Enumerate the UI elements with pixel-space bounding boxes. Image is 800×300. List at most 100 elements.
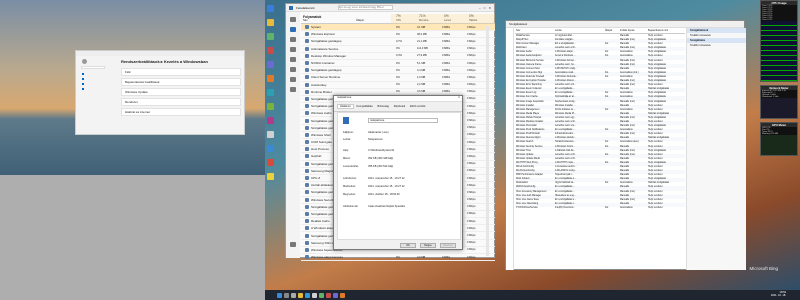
tab-compatibility[interactable]: Kompatibilitás xyxy=(355,105,375,108)
gear-icon[interactable] xyxy=(290,242,296,247)
desktop-shortcut-icon[interactable] xyxy=(267,47,274,54)
settings-user[interactable] xyxy=(79,59,107,64)
app-icon[interactable] xyxy=(333,292,338,298)
service-status: Fut xyxy=(605,129,609,132)
desktop-shortcut-icon[interactable] xyxy=(267,5,274,12)
table-row[interactable]: Szolgáltatás gazdagép 0,7% 21,1 MB 0 MB/s 0 … xyxy=(301,38,495,46)
desktop-shortcut-icon[interactable] xyxy=(267,117,274,124)
close-icon[interactable]: ✕ xyxy=(488,6,491,10)
settings-row-label: Fiók xyxy=(125,70,131,74)
processes-icon[interactable] xyxy=(290,27,296,32)
desktop-shortcut-icon[interactable] xyxy=(267,145,274,152)
performance-icon[interactable] xyxy=(290,37,296,42)
table-row[interactable]: Windows-alapú keresés 0% 4,0 MB 0 MB/s 0 Mbp… xyxy=(301,254,495,262)
service-name: Windows Management xyxy=(516,108,540,111)
table-row[interactable]: Client Server Runtime 0% 1,0 MB 0 MB/s 0 Mbp… xyxy=(301,74,495,82)
desktop-shortcut-icon[interactable] xyxy=(267,159,274,166)
process-network: 0 Mbps xyxy=(467,25,476,29)
column-name[interactable]: Név xyxy=(516,29,520,32)
apply-button[interactable]: Alkalmaz xyxy=(440,243,456,248)
service-description: A Windows titkosít... xyxy=(555,80,576,83)
more-actions-link[interactable]: További műveletek xyxy=(687,43,746,48)
tab-previous-versions[interactable]: Előző verziók xyxy=(408,105,427,108)
app-icon[interactable] xyxy=(319,292,324,298)
column-startup-type[interactable]: Indítás típusa xyxy=(620,29,634,32)
search-icon[interactable] xyxy=(284,292,289,298)
users-icon[interactable] xyxy=(290,67,296,72)
column-description[interactable]: Leírás xyxy=(555,29,562,32)
services-title: Szolgáltatások xyxy=(509,22,528,26)
service-name: WarpJITSvc xyxy=(516,39,529,42)
service-startup-type: Automatikus xyxy=(620,129,633,132)
settings-row[interactable]: Rendszer xyxy=(121,98,241,106)
settings-search-input[interactable] xyxy=(81,66,105,69)
recycle-bin-icon[interactable] xyxy=(267,131,274,138)
desktop-shortcut-icon[interactable] xyxy=(267,89,274,96)
minimize-icon[interactable]: – xyxy=(479,6,481,10)
desktop-shortcut-icon[interactable] xyxy=(267,75,274,82)
tab-general[interactable]: Általános xyxy=(337,104,354,109)
service-log-on-as: Helyi szolgáltatás xyxy=(648,51,666,54)
process-search-input[interactable]: Írjon be egy nevet, közzétevőt vagy PID-… xyxy=(337,5,393,10)
table-row[interactable]: AutoHotkey 0% 2,2 MB 0 MB/s 0 Mbps xyxy=(301,82,495,89)
store-icon[interactable] xyxy=(312,292,317,298)
table-row[interactable]: Antimalware Service 0% 112,3 MB 0 MB/s 0 Mbp… xyxy=(301,46,495,53)
settings-row[interactable]: Fiók xyxy=(121,68,241,76)
table-row[interactable]: XTUOCDriverService Intel(R) Overclock... F… xyxy=(515,207,685,211)
ok-button[interactable]: OK xyxy=(400,243,416,248)
start-icon[interactable] xyxy=(277,292,282,298)
service-name: Windows Event Log xyxy=(516,92,537,95)
tab-details[interactable]: Részletek xyxy=(392,105,407,108)
settings-nav-item[interactable] xyxy=(79,86,107,91)
table-row[interactable]: NVIDIA Container 0% 5,1 MB 0 MB/s 0 Mbps xyxy=(301,60,495,68)
services-tree[interactable] xyxy=(506,28,514,270)
process-network: 0 Mbps xyxy=(467,248,476,252)
app-history-icon[interactable] xyxy=(290,47,296,52)
service-startup-type: Automatikus xyxy=(620,108,633,111)
settings-breadcrumb: Rendszerbeállítások ▸ Kezelés a Windowsb… xyxy=(121,59,208,64)
services-icon[interactable] xyxy=(290,87,296,92)
edge-icon[interactable] xyxy=(305,292,310,298)
column-status[interactable]: Állapot xyxy=(356,19,364,22)
app-icon[interactable] xyxy=(340,292,345,298)
service-startup-type: Manuális xyxy=(620,88,630,91)
desktop-shortcut-icon[interactable] xyxy=(267,61,274,68)
startup-apps-icon[interactable] xyxy=(290,57,296,62)
folder-icon[interactable] xyxy=(267,19,274,26)
service-description: A Windows alapú... xyxy=(555,51,575,54)
service-log-on-as: Helyi rendszer xyxy=(648,120,663,123)
table-row[interactable]: Windows Explorer 0% 38,2 MB 0 MB/s 0 Mbps xyxy=(301,31,495,39)
service-description: Fordítási szolgált... xyxy=(555,39,575,42)
network-meter-gadget: Network Meter Internal IP: 192.168.1.10 … xyxy=(760,85,798,119)
details-icon[interactable] xyxy=(290,77,296,82)
scrollbar[interactable] xyxy=(486,26,489,256)
app-icon[interactable] xyxy=(326,292,331,298)
desktop-shortcut-icon[interactable] xyxy=(267,33,274,40)
table-row[interactable]: Szolgáltatás gazdagép 0% 4,4 MB 0 MB/s 0 Mbp… xyxy=(301,67,495,75)
column-name[interactable]: Név xyxy=(303,19,308,22)
process-icon xyxy=(305,190,309,195)
service-startup-type: Manuális xyxy=(620,194,630,197)
column-log-on-as[interactable]: Bejelentkezés mint xyxy=(648,29,668,32)
menu-icon[interactable] xyxy=(290,17,296,22)
table-row[interactable]: System 0% 0,1 MB 0 MB/s 0 Mbps xyxy=(301,24,495,32)
desktop-shortcut-icon[interactable] xyxy=(267,173,274,180)
tab-security[interactable]: Biztonság xyxy=(376,105,391,108)
settings-row[interactable]: Hálózat és internet xyxy=(121,108,241,116)
column-status[interactable]: Állapot xyxy=(605,29,612,32)
close-icon[interactable]: ✕ xyxy=(458,96,460,99)
filename-input[interactable]: notepad.exe xyxy=(368,118,438,123)
attributes-checkboxes[interactable]: Csak olvasható Rejtett Speciális xyxy=(368,205,405,208)
process-icon xyxy=(305,111,309,116)
service-status: Fut xyxy=(605,161,609,164)
file-explorer-icon[interactable] xyxy=(298,292,303,298)
cancel-button[interactable]: Mégse xyxy=(420,243,436,248)
task-view-icon[interactable] xyxy=(291,292,296,298)
table-row[interactable]: Desktop Window Manager 0,3% 27,9 MB 0 MB/s 0… xyxy=(301,53,495,60)
desktop-shortcut-icon[interactable] xyxy=(267,103,274,110)
settings-row[interactable]: Bejelentkezési beállítások xyxy=(121,78,241,86)
service-startup-type: Manuális (ind.) xyxy=(620,80,636,83)
settings-row[interactable]: Windows Update xyxy=(121,88,241,96)
taskbar-clock[interactable]: 18:53 2021. 10. 18. xyxy=(771,291,786,297)
maximize-icon[interactable]: □ xyxy=(484,6,486,10)
